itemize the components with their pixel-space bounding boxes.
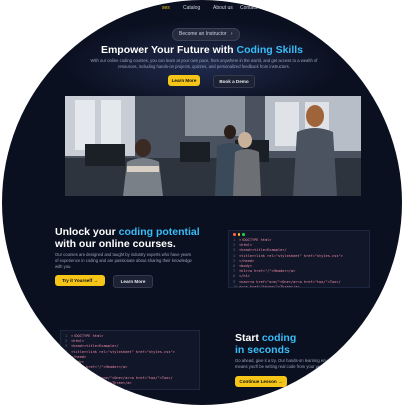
- book-demo-button[interactable]: Book a Demo: [213, 75, 255, 88]
- hero-title-prefix: Empower Your Future with: [100, 44, 237, 56]
- code-line-text: a><a href="three/">Three</a>: [239, 284, 300, 288]
- continue-lesson-button[interactable]: Continue Lesson →: [235, 376, 287, 387]
- nav-item-catalog[interactable]: Catalog: [183, 5, 200, 11]
- unlock-code-lines: 1 <!DOCTYPE html> 2 <html> 3 <head><title>Exa…: [233, 238, 365, 288]
- arrow-right-icon: →: [93, 278, 99, 283]
- unlock-learn-more-button[interactable]: Learn More: [113, 275, 153, 288]
- start-title: Start coding in seconds: [235, 332, 355, 356]
- code-line-text: <title><link rel="stylesheet" href="styl…: [71, 349, 175, 354]
- arrow-right-icon: ›: [230, 31, 233, 37]
- top-nav: ses Catalog About us Contact: [2, 5, 402, 15]
- start-title-prefix: Start: [235, 332, 262, 344]
- code-line-text: <title><link rel="stylesheet" href="styl…: [239, 253, 343, 258]
- close-dot-icon: [233, 233, 236, 236]
- try-it-label: Try it Yourself: [61, 278, 93, 283]
- hero-photo: [65, 96, 361, 196]
- start-title-line2: in seconds: [235, 344, 290, 356]
- start-code-lines: 1 <!DOCTYPE html> 2 <html> 3 <head><title>Exa…: [65, 334, 195, 386]
- window-controls: [233, 233, 245, 236]
- hero-title-accent: Coding Skills: [236, 44, 304, 56]
- become-instructor-badge[interactable]: Become an Instructor ›: [172, 28, 240, 41]
- unlock-title: Unlock your coding potential with our on…: [55, 226, 215, 250]
- unlock-code-block: 1 <!DOCTYPE html> 2 <html> 3 <head><title>Exa…: [228, 230, 370, 288]
- try-it-yourself-button[interactable]: Try it Yourself →: [55, 275, 105, 286]
- start-code-block: 1 <!DOCTYPE html> 2 <html> 3 <head><title>Exa…: [60, 330, 200, 390]
- unlock-body: Our courses are designed and taught by i…: [55, 252, 192, 269]
- start-title-accent: coding: [261, 332, 297, 344]
- nav-item-contact[interactable]: Contact: [240, 5, 257, 11]
- badge-label: Become an Instructor: [179, 31, 227, 37]
- hero-title: Empower Your Future with Coding Skills: [2, 44, 402, 56]
- arrow-right-icon: →: [277, 379, 283, 384]
- unlock-title-accent: coding potential: [118, 226, 200, 238]
- hero-subtitle: With our online coding courses, you can …: [90, 58, 318, 69]
- learn-more-button[interactable]: Learn More: [168, 75, 200, 86]
- unlock-title-suffix: with our online courses.: [55, 238, 176, 250]
- maximize-dot-icon: [242, 233, 245, 236]
- code-line: 10 a><a href="three/">Three</a>: [233, 284, 365, 288]
- code-line-text: a><a href="three/">Three</a>: [71, 380, 132, 385]
- nav-item-courses[interactable]: ses: [162, 5, 170, 11]
- start-body: Go ahead, give it a try. Our hands-on le…: [235, 358, 346, 369]
- minimize-dot-icon: [237, 233, 240, 236]
- nav-item-about[interactable]: About us: [213, 5, 233, 11]
- continue-lesson-label: Continue Lesson: [239, 379, 277, 384]
- classroom-image: [65, 96, 361, 196]
- page-viewport: ses Catalog About us Contact Become an I…: [2, 0, 402, 405]
- unlock-title-prefix: Unlock your: [55, 226, 119, 238]
- code-line: 10 a><a href="three/">Three</a>: [65, 381, 195, 386]
